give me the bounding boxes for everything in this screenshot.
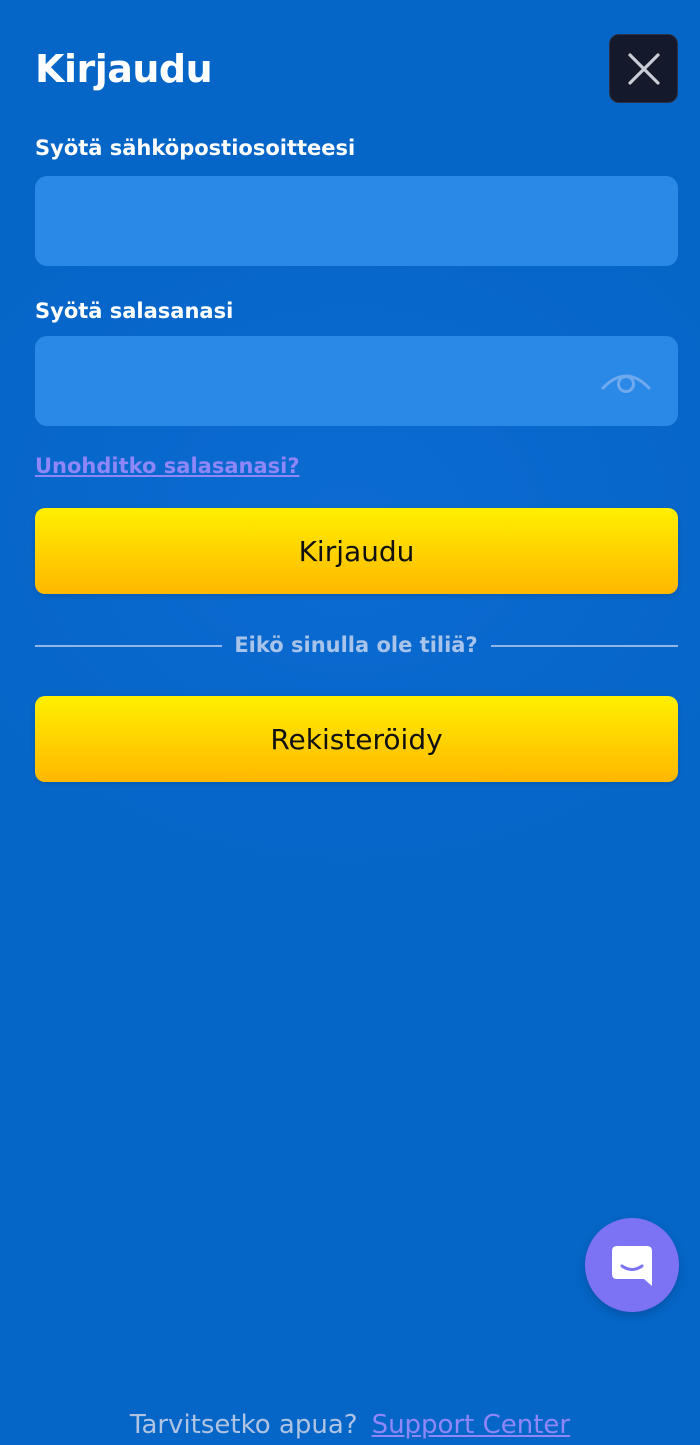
- email-label: Syötä sähköpostiosoitteesi: [35, 136, 356, 160]
- no-account-text: Eikö sinulla ole tiliä?: [234, 633, 478, 657]
- close-button[interactable]: [609, 34, 678, 103]
- page-title: Kirjaudu: [35, 47, 213, 91]
- email-field[interactable]: [35, 176, 678, 266]
- help-question: Tarvitsetko apua?: [129, 1410, 358, 1440]
- password-field[interactable]: [35, 336, 678, 426]
- close-icon: [627, 52, 660, 85]
- register-button[interactable]: Rekisteröidy: [35, 696, 678, 782]
- chat-button[interactable]: [585, 1218, 679, 1312]
- login-page: Kirjaudu Syötä sähköpostiosoitteesi Syöt…: [0, 0, 700, 1440]
- password-label: Syötä salasanasi: [35, 299, 234, 323]
- chat-icon: [612, 1246, 652, 1286]
- password-field-box: [35, 336, 678, 426]
- login-button[interactable]: Kirjaudu: [35, 508, 678, 594]
- divider-left: [35, 645, 222, 647]
- support-center-link[interactable]: Support Center: [372, 1410, 571, 1440]
- divider-right: [491, 645, 678, 647]
- forgot-password-link[interactable]: Unohditko salasanasi?: [35, 452, 300, 480]
- eye-icon[interactable]: [601, 366, 651, 396]
- help-footer: Tarvitsetko apua? Support Center: [0, 1405, 700, 1445]
- email-field-box: [35, 176, 678, 266]
